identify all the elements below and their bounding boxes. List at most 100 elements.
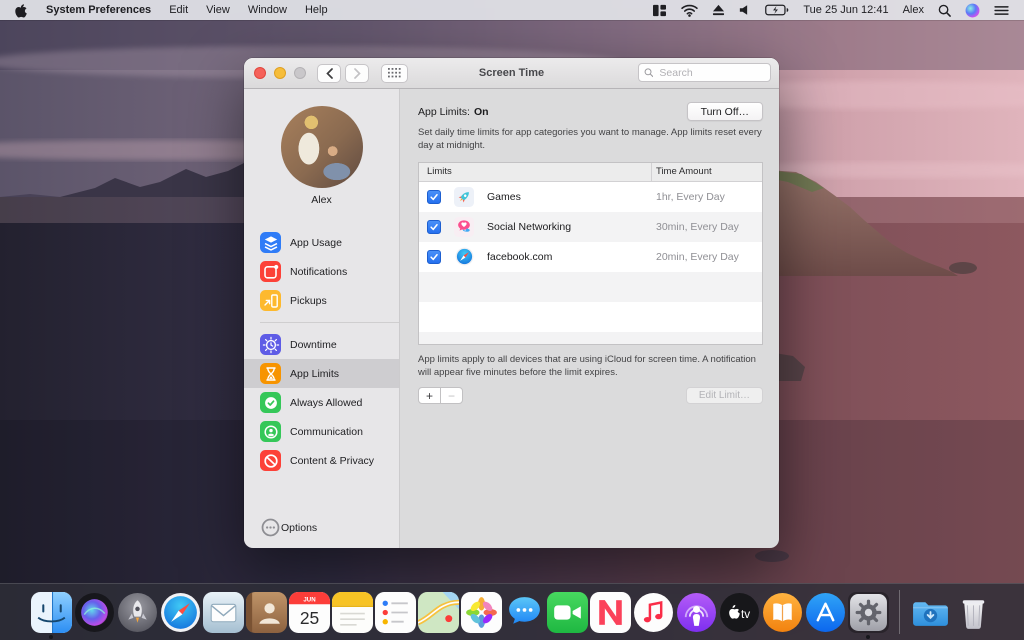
apple-icon [15,3,27,17]
show-all-grid-button[interactable] [381,63,408,83]
games-rocket-icon [454,186,474,207]
sidebar-item-always-allowed[interactable]: Always Allowed [244,388,399,417]
dock-books-icon[interactable] [762,592,803,633]
dock-finder-icon[interactable] [30,591,72,639]
title-bar[interactable]: Screen Time [244,58,779,89]
sidebar-item-options[interactable]: Options [244,513,399,542]
eject-icon[interactable] [705,4,732,16]
games-checkbox[interactable] [427,189,441,204]
screen-time-window: Screen Time Alex App Usage Notific [244,58,779,548]
app-limits-heading: App Limits: [418,105,470,118]
options-ellipsis-icon [260,517,281,538]
table-row-facebook[interactable]: facebook.com 20min, Every Day [419,242,762,272]
dock-podcasts-icon[interactable] [676,592,717,633]
always-allowed-check-icon [260,392,281,413]
user-avatar[interactable] [280,106,363,188]
empty-row [419,331,762,344]
traffic-lights [254,67,306,79]
window-tiles-icon[interactable] [645,4,674,17]
column-limits[interactable]: Limits [419,166,452,177]
dock-messages-icon[interactable] [504,592,545,633]
limits-table: Limits Time Amount Games 1hr, Every Day … [418,161,763,345]
table-row-social-networking[interactable]: Social Networking 30min, Every Day [419,211,762,242]
menubar-clock[interactable]: Tue 25 Jun 12:41 [796,4,895,16]
sidebar-item-notifications[interactable]: Notifications [244,257,399,286]
app-usage-layers-icon [260,232,281,253]
minimize-button[interactable] [274,67,286,79]
app-limits-hourglass-icon [260,363,281,384]
preferences-search-field[interactable] [638,63,771,82]
user-switch-menu[interactable]: Alex [896,4,931,16]
sidebar-item-app-limits[interactable]: App Limits [244,359,399,388]
dock-siri-icon[interactable] [74,592,115,633]
sidebar-divider [260,322,399,323]
calendar-month-label: JUN [303,596,316,603]
desktop: System Preferences Edit View Window Help… [0,0,1024,640]
screen-time-sidebar: Alex App Usage Notifications Pickups Dow… [244,89,400,548]
sidebar-item-content-privacy[interactable]: Content & Privacy [244,446,399,475]
zoom-button-disabled[interactable] [294,67,306,79]
dock: JUN 25 tv [0,583,1024,640]
app-limits-state: On [473,105,489,118]
menu-view[interactable]: View [197,4,239,16]
dock-mail-icon[interactable] [202,591,244,633]
empty-row [419,302,762,332]
content-privacy-prohibit-icon [260,450,281,471]
user-name: Alex [311,194,332,206]
back-button[interactable] [317,63,341,83]
menu-edit[interactable]: Edit [160,4,197,16]
appletv-label: tv [741,608,750,621]
notifications-icon [260,261,281,282]
remove-limit-button[interactable]: − [440,387,463,405]
menu-bar: System Preferences Edit View Window Help… [0,0,1024,20]
dock-photos-icon[interactable] [460,591,502,633]
apple-menu[interactable] [0,3,37,18]
app-limits-description: Set daily time limits for app categories… [418,127,762,152]
dock-safari-icon[interactable] [160,592,201,633]
limits-table-header[interactable]: Limits Time Amount [419,162,762,182]
dock-system-preferences-icon[interactable] [847,591,889,639]
table-row-games[interactable]: Games 1hr, Every Day [419,182,762,212]
sidebar-item-pickups[interactable]: Pickups [244,286,399,315]
turn-off-button[interactable]: Turn Off… [686,102,763,121]
dock-music-icon[interactable] [633,592,674,633]
downtime-clock-icon [260,334,281,355]
forward-button[interactable] [345,63,369,83]
menu-window[interactable]: Window [239,4,296,16]
empty-row [419,271,762,302]
notification-center-icon[interactable] [987,5,1016,16]
dock-notes-icon[interactable] [331,591,373,633]
add-limit-button[interactable]: + [418,387,441,405]
dock-facetime-icon[interactable] [546,591,588,633]
social-checkbox[interactable] [427,219,441,234]
spotlight-search-icon[interactable] [931,4,958,17]
dock-downloads-icon[interactable] [910,592,951,633]
dock-calendar-icon[interactable]: JUN 25 [288,591,330,633]
dock-contacts-icon[interactable] [245,591,287,633]
communication-person-icon [260,421,281,442]
sysprefs-running-indicator [866,634,870,639]
close-button[interactable] [254,67,266,79]
sidebar-item-downtime[interactable]: Downtime [244,330,399,359]
menu-help[interactable]: Help [296,4,337,16]
column-time-amount[interactable]: Time Amount [656,166,712,177]
menu-app-name[interactable]: System Preferences [37,4,160,16]
app-limits-pane: App Limits: On Turn Off… Set daily time … [400,89,779,548]
sidebar-item-communication[interactable]: Communication [244,417,399,446]
social-bubble-icon [454,216,474,237]
dock-appletv-icon[interactable]: tv [719,592,760,633]
dock-trash-icon[interactable] [953,592,994,633]
dock-reminders-icon[interactable] [374,591,416,633]
volume-icon[interactable] [732,4,758,16]
search-input[interactable] [657,65,765,80]
dock-launchpad-icon[interactable] [117,592,158,633]
dock-appstore-icon[interactable] [805,592,846,633]
wifi-icon[interactable] [674,4,705,17]
dock-maps-icon[interactable] [417,591,459,633]
battery-charging-icon[interactable] [758,4,796,16]
edit-limit-button[interactable]: Edit Limit… [685,386,763,404]
facebook-checkbox[interactable] [427,249,441,264]
sidebar-item-app-usage[interactable]: App Usage [244,228,399,257]
dock-news-icon[interactable] [589,591,631,633]
siri-menubar-icon[interactable] [958,3,987,18]
